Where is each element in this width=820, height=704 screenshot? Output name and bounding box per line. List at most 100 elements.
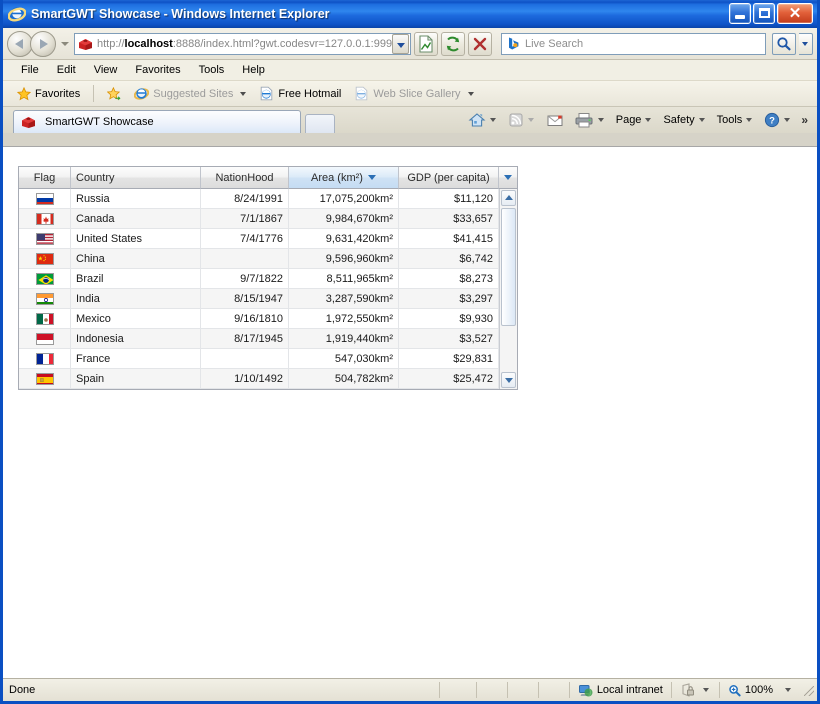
web-slice-gallery-label: Web Slice Gallery bbox=[373, 87, 461, 100]
command-bar-overflow-button[interactable]: » bbox=[798, 113, 811, 127]
menu-favorites[interactable]: Favorites bbox=[127, 62, 188, 78]
favorites-bar: Favorites Suggested Sites Free Hotmail W… bbox=[3, 81, 817, 107]
search-input[interactable]: Live Search bbox=[525, 38, 583, 50]
web-slice-gallery-button[interactable]: Web Slice Gallery bbox=[349, 85, 478, 102]
grid-vertical-scrollbar[interactable] bbox=[499, 189, 517, 389]
cell-country: Spain bbox=[71, 369, 201, 389]
add-to-favorites-bar-button[interactable] bbox=[102, 86, 126, 102]
cell-nationhood: 8/17/1945 bbox=[201, 329, 289, 349]
table-row[interactable]: India 8/15/1947 3,287,590km² $3,297 bbox=[19, 289, 517, 309]
free-hotmail-button[interactable]: Free Hotmail bbox=[254, 85, 346, 102]
svg-text:?: ? bbox=[769, 116, 775, 127]
address-bar[interactable]: http://localhost:8888/index.html?gwt.cod… bbox=[74, 32, 411, 55]
table-row[interactable]: United States 7/4/1776 9,631,420km² $41,415 bbox=[19, 229, 517, 249]
cell-area: 3,287,590km² bbox=[289, 289, 399, 309]
intranet-icon bbox=[578, 684, 593, 696]
read-mail-button[interactable] bbox=[542, 111, 568, 130]
help-menu-button[interactable]: ? bbox=[760, 110, 796, 130]
internet-explorer-document-icon bbox=[259, 86, 274, 101]
recent-pages-dropdown[interactable] bbox=[59, 31, 71, 57]
suggested-sites-button[interactable]: Suggested Sites bbox=[129, 85, 251, 102]
search-options-dropdown[interactable] bbox=[799, 32, 813, 55]
print-button[interactable] bbox=[570, 110, 610, 130]
cell-nationhood: 8/15/1947 bbox=[201, 289, 289, 309]
table-row[interactable]: Indonesia 8/17/1945 1,919,440km² $3,527 bbox=[19, 329, 517, 349]
cell-flag bbox=[19, 349, 71, 369]
status-slot-4 bbox=[539, 679, 569, 701]
bing-logo-icon bbox=[506, 36, 521, 51]
refresh-button[interactable] bbox=[441, 31, 465, 56]
address-dropdown-button[interactable] bbox=[392, 33, 409, 54]
scroll-down-button[interactable] bbox=[501, 372, 516, 388]
cell-gdp: $33,657 bbox=[399, 209, 499, 229]
table-row[interactable]: Mexico 9/16/1810 1,972,550km² $9,930 bbox=[19, 309, 517, 329]
cell-gdp: $3,527 bbox=[399, 329, 499, 349]
column-header-area-label: Area (km²) bbox=[311, 171, 363, 184]
menu-help[interactable]: Help bbox=[234, 62, 273, 78]
tools-menu-button[interactable]: Tools bbox=[713, 112, 759, 128]
zoom-control[interactable]: 100% bbox=[720, 679, 801, 701]
address-url-text: http://localhost:8888/index.html?gwt.cod… bbox=[97, 38, 392, 50]
status-bar: Done Local intranet 100% bbox=[3, 678, 817, 701]
menu-tools[interactable]: Tools bbox=[191, 62, 233, 78]
menu-edit[interactable]: Edit bbox=[49, 62, 84, 78]
scrollbar-thumb[interactable] bbox=[501, 208, 516, 326]
cell-area: 547,030km² bbox=[289, 349, 399, 369]
compatibility-view-button[interactable] bbox=[414, 31, 438, 56]
column-header-gdp[interactable]: GDP (per capita) bbox=[399, 167, 499, 189]
table-row[interactable]: Brazil 9/7/1822 8,511,965km² $8,273 bbox=[19, 269, 517, 289]
search-box[interactable]: Live Search bbox=[501, 32, 766, 55]
table-row[interactable]: Russia 8/24/1991 17,075,200km² $11,120 bbox=[19, 189, 517, 209]
new-tab-button[interactable] bbox=[305, 114, 335, 133]
close-icon: ✕ bbox=[788, 5, 802, 22]
table-row[interactable]: Canada 7/1/1867 9,984,670km² $33,657 bbox=[19, 209, 517, 229]
maximize-button[interactable] bbox=[753, 3, 775, 24]
flag-india-icon bbox=[35, 292, 54, 305]
column-picker-button[interactable] bbox=[499, 167, 517, 189]
table-row[interactable]: China 9,596,960km² $6,742 bbox=[19, 249, 517, 269]
cell-area: 9,596,960km² bbox=[289, 249, 399, 269]
menu-file[interactable]: File bbox=[13, 62, 47, 78]
column-header-country[interactable]: Country bbox=[71, 167, 201, 189]
cell-gdp: $25,472 bbox=[399, 369, 499, 389]
cell-flag bbox=[19, 229, 71, 249]
cell-country: Indonesia bbox=[71, 329, 201, 349]
window-resize-grip[interactable] bbox=[801, 683, 815, 697]
column-header-flag[interactable]: Flag bbox=[19, 167, 71, 189]
url-host: localhost bbox=[124, 37, 173, 50]
table-row[interactable]: France 547,030km² $29,831 bbox=[19, 349, 517, 369]
safety-menu-button[interactable]: Safety bbox=[659, 112, 710, 128]
cell-flag bbox=[19, 289, 71, 309]
cell-flag bbox=[19, 369, 71, 389]
minimize-button[interactable] bbox=[729, 3, 751, 24]
stop-button[interactable] bbox=[468, 31, 492, 56]
security-zone-indicator[interactable]: Local intranet bbox=[570, 679, 671, 701]
chevron-down-icon bbox=[785, 688, 791, 692]
search-go-button[interactable] bbox=[772, 32, 796, 55]
column-header-area[interactable]: Area (km²) bbox=[289, 167, 399, 189]
column-header-nationhood[interactable]: NationHood bbox=[201, 167, 289, 189]
scroll-up-button[interactable] bbox=[501, 190, 516, 206]
chevron-down-icon bbox=[467, 91, 474, 96]
forward-button[interactable] bbox=[30, 30, 56, 57]
free-hotmail-label: Free Hotmail bbox=[278, 87, 342, 100]
favorites-button[interactable]: Favorites bbox=[12, 86, 85, 102]
cell-country: United States bbox=[71, 229, 201, 249]
cell-nationhood: 9/16/1810 bbox=[201, 309, 289, 329]
flag-brazil-icon bbox=[35, 272, 54, 285]
tab-smartgwt-showcase[interactable]: SmartGWT Showcase bbox=[13, 110, 301, 133]
close-button[interactable]: ✕ bbox=[777, 3, 813, 24]
cell-country: India bbox=[71, 289, 201, 309]
scrollbar-track[interactable] bbox=[500, 327, 517, 371]
site-favicon-icon bbox=[21, 115, 36, 129]
site-favicon-icon bbox=[78, 37, 93, 51]
tools-menu-label: Tools bbox=[716, 114, 743, 126]
status-slot-3 bbox=[508, 679, 538, 701]
table-row[interactable]: Spain 1/10/1492 504,782km² $25,472 bbox=[19, 369, 517, 389]
page-menu-button[interactable]: Page bbox=[612, 112, 658, 128]
cell-country: Brazil bbox=[71, 269, 201, 289]
feeds-button[interactable] bbox=[504, 110, 540, 130]
protected-mode-indicator[interactable] bbox=[672, 679, 719, 701]
menu-view[interactable]: View bbox=[86, 62, 126, 78]
home-button[interactable] bbox=[464, 110, 502, 130]
